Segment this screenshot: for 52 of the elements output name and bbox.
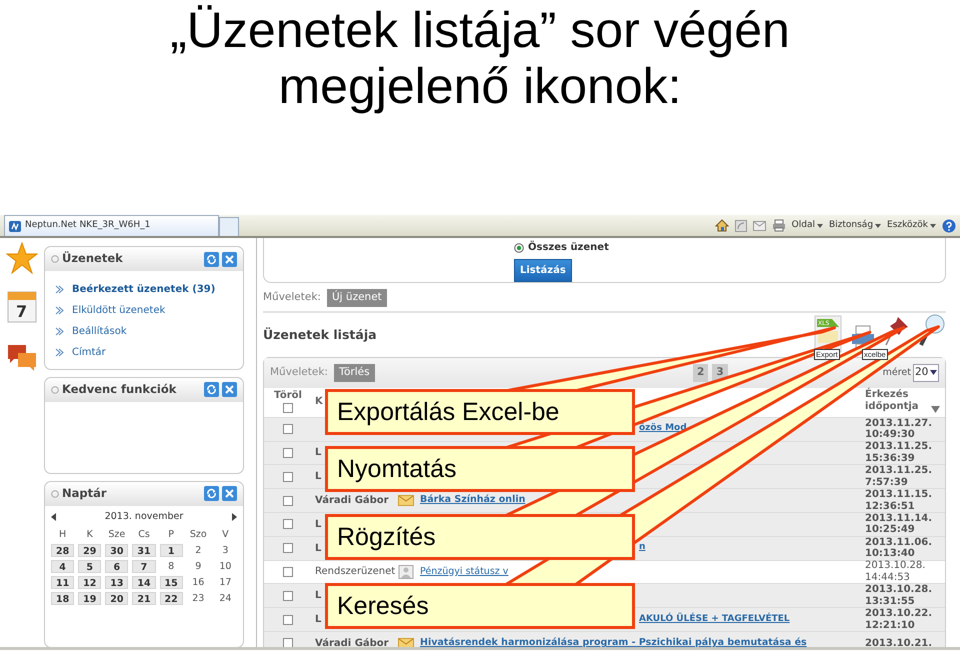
callout-tooltip: Nyomtatás [325, 446, 635, 492]
sender-cell: L [315, 447, 322, 458]
date-cell-text: 2013.11.25. [865, 465, 934, 477]
time-cell-text: 12:21:10 [865, 620, 916, 632]
weekday-label: H [58, 528, 68, 542]
time-cell-text: 10:25:49 [865, 524, 916, 536]
callout-tooltip: Exportálás Excel-be [325, 389, 635, 435]
date-cell-text: 2013.11.06. [865, 536, 934, 548]
sender-cell: Váradi Gábor [315, 495, 389, 506]
date-cell-text: 2013.10.28. [865, 560, 926, 572]
time-cell-text: 10:13:40 [865, 548, 916, 560]
panel-title: Üzenetek [62, 250, 123, 268]
weekday-label: P [167, 528, 175, 542]
time-cell-text: 13:31:55 [865, 596, 916, 608]
date-cell-text: 2013.10.21. [865, 638, 934, 647]
sender-cell: Váradi Gábor [315, 638, 389, 647]
actions-label: Műveletek: [263, 290, 321, 305]
date-cell-text: 2013.11.27. [865, 418, 934, 430]
date-cell-text: 2013.11.25. [865, 441, 934, 453]
date-cell-text: 2013.10.22. [865, 608, 934, 620]
slide-title: megjelenő ikonok: [277, 58, 683, 114]
callout-tooltip: Keresés [325, 583, 635, 629]
weekday-label: K [86, 528, 94, 542]
sender-cell: L [315, 590, 322, 602]
radio-label: Összes üzenet [528, 240, 609, 255]
time-cell-text: 7:57:39 [865, 476, 909, 488]
sender-cell: L [315, 471, 322, 482]
column-header: K [315, 396, 323, 407]
callout-tooltip: Rögzítés [325, 514, 635, 560]
page-size-label: méret [882, 366, 911, 380]
sender-cell: Rendszerüzenet [315, 566, 396, 578]
weekday-label: V [221, 528, 230, 542]
date-cell-text: 2013.11.14. [865, 512, 934, 524]
actions-label: Műveletek: [270, 364, 328, 380]
panel-title: Naptár [62, 485, 107, 502]
calendar-month: 2013. november [104, 510, 184, 524]
slide-title: „Üzenetek listája” sor végén [169, 2, 791, 58]
time-cell-text: 15:36:39 [865, 452, 916, 464]
weekday-label: Szo [188, 528, 208, 542]
weekday-label: Cs [137, 528, 151, 542]
date-cell-text: 2013.11.15. [865, 489, 934, 501]
date-cell-text: 2013.10.28. [865, 584, 934, 596]
column-header: Töröl [274, 388, 302, 403]
time-cell-text: 14:44:53 [865, 572, 911, 584]
sender-cell: L [315, 614, 322, 626]
sender-cell: L [315, 542, 322, 554]
weekday-label: Sze [107, 528, 126, 542]
time-cell-text: 10:49:30 [865, 429, 916, 441]
sender-cell: L [315, 518, 322, 530]
time-cell-text: 12:36:51 [865, 500, 916, 512]
list-title: Üzenetek listája [263, 326, 377, 344]
panel-title: Kedvenc funkciók [62, 381, 176, 398]
